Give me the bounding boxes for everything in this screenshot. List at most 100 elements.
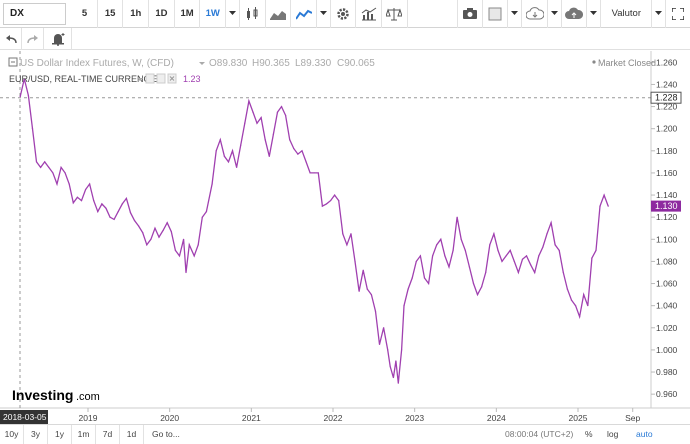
compare-settings-icon[interactable] — [145, 73, 155, 84]
redo-icon[interactable] — [22, 27, 44, 50]
data-point — [185, 271, 187, 274]
data-point — [146, 244, 148, 246]
candle-chart-icon[interactable] — [240, 0, 266, 28]
data-point — [317, 172, 319, 174]
chart-svg[interactable]: 1.2601.2401.2201.2001.1801.1601.1401.120… — [0, 51, 690, 424]
data-point — [27, 94, 29, 97]
data-point — [193, 255, 195, 257]
crosshair-value-label: 1.228 — [650, 91, 682, 104]
y-tick-label: 1.020 — [656, 323, 678, 333]
data-point — [497, 249, 499, 251]
fullscreen-icon[interactable] — [666, 0, 690, 28]
gear-icon[interactable] — [331, 0, 357, 28]
y-tick-label: 1.080 — [656, 256, 678, 266]
svg-text:1.130: 1.130 — [655, 201, 678, 211]
data-point — [468, 266, 470, 268]
upload-dropdown-icon[interactable] — [587, 0, 602, 28]
interval-dropdown-icon[interactable] — [226, 0, 240, 28]
logo-suffix: .com — [76, 391, 100, 403]
svg-text:2018-03-05: 2018-03-05 — [3, 412, 47, 422]
range-1y[interactable]: 1y — [48, 424, 72, 444]
x-tick-label: 2020 — [160, 413, 179, 423]
main-series-dropdown-icon[interactable] — [199, 62, 205, 65]
data-point — [244, 122, 246, 124]
interval-1h[interactable]: 1h — [123, 0, 150, 28]
line-chart-icon[interactable] — [291, 0, 317, 28]
market-status-dot — [592, 60, 596, 64]
data-point — [105, 207, 107, 209]
range-7d[interactable]: 7d — [96, 424, 120, 444]
symbol-input[interactable]: DX — [3, 2, 67, 25]
data-point — [456, 216, 458, 218]
y-tick-label: 0.980 — [656, 367, 678, 377]
data-point — [309, 172, 311, 174]
range-3y[interactable]: 3y — [24, 424, 48, 444]
data-point — [231, 150, 234, 152]
layout-dropdown-icon[interactable] — [508, 0, 523, 28]
data-point — [392, 376, 395, 379]
bottom-bar: 10y 3y 1y 1m 7d 1d Go to... 08:00:04 (UT… — [0, 424, 690, 444]
data-point — [109, 216, 111, 218]
data-point — [56, 183, 58, 185]
data-point — [562, 271, 564, 274]
y-tick-label: 0.960 — [656, 389, 678, 399]
data-point — [370, 294, 372, 296]
data-point — [554, 244, 556, 246]
auto-toggle[interactable]: auto — [636, 425, 653, 444]
alert-icon[interactable] — [44, 27, 72, 50]
valutor-button[interactable]: Valutor — [601, 0, 653, 28]
secondary-toolbar — [0, 27, 690, 50]
market-status: Market Closed — [598, 58, 656, 68]
area-chart-icon[interactable] — [266, 0, 292, 28]
data-point — [401, 349, 403, 351]
interval-15[interactable]: 15 — [98, 0, 124, 28]
compare-hide-icon[interactable] — [156, 73, 166, 84]
chart-area[interactable]: 1.260 1.240 1.220 1.200 1.180 1.160 1.140 1.120… — [0, 51, 690, 424]
data-point — [52, 172, 54, 174]
x-tick-label: 2025 — [569, 413, 588, 423]
data-point — [301, 150, 303, 152]
data-point — [252, 111, 254, 113]
cloud-download-icon[interactable] — [522, 0, 548, 28]
valutor-dropdown-icon[interactable] — [652, 0, 667, 28]
scale-icon[interactable] — [382, 0, 408, 28]
data-point — [248, 100, 250, 102]
chart-type-dropdown-icon[interactable] — [317, 0, 331, 28]
data-point — [452, 249, 454, 251]
data-point — [60, 166, 62, 168]
data-point — [517, 271, 519, 274]
data-point — [89, 183, 91, 185]
undo-icon[interactable] — [0, 27, 22, 50]
range-1m[interactable]: 1m — [72, 424, 96, 444]
goto-button[interactable]: Go to... — [144, 429, 204, 439]
interval-1m[interactable]: 1M — [175, 0, 201, 28]
download-dropdown-icon[interactable] — [548, 0, 562, 28]
data-point — [378, 343, 381, 345]
x-tick-label: 2023 — [405, 413, 424, 423]
percent-toggle[interactable]: % — [585, 425, 593, 444]
data-point — [101, 203, 103, 205]
data-point — [201, 216, 203, 218]
investing-logo: Investing .com — [12, 387, 100, 403]
range-1d[interactable]: 1d — [120, 424, 144, 444]
data-point — [133, 219, 136, 222]
data-point — [80, 199, 83, 202]
data-point — [464, 249, 466, 251]
layout-icon[interactable] — [483, 0, 509, 28]
data-point — [338, 199, 340, 202]
interval-5[interactable]: 5 — [72, 0, 98, 28]
data-point — [427, 282, 430, 285]
interval-1d[interactable]: 1D — [149, 0, 175, 28]
data-point — [566, 288, 568, 290]
camera-icon[interactable] — [457, 0, 483, 28]
range-10y[interactable]: 10y — [0, 424, 24, 444]
data-point — [68, 183, 70, 185]
cloud-upload-icon[interactable] — [562, 0, 588, 28]
data-point — [117, 211, 119, 213]
indicators-icon[interactable] — [356, 0, 383, 28]
compare-close-icon[interactable] — [167, 73, 177, 84]
interval-1w[interactable]: 1W — [200, 0, 227, 28]
log-toggle[interactable]: log — [607, 425, 618, 444]
data-point — [256, 122, 258, 124]
data-point — [211, 183, 213, 185]
